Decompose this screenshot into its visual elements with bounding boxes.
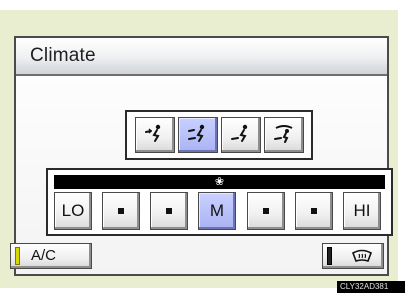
airflow-feet-button[interactable] [221, 117, 261, 153]
fan-speed-hi-button[interactable]: HI [343, 192, 381, 230]
windshield-defroster-icon [351, 249, 373, 268]
feet-and-windshield-airflow-icon [272, 123, 296, 148]
airflow-feet-windshield-button[interactable] [264, 117, 304, 153]
image-code: CLY32AD381 [337, 281, 405, 293]
fan-speed-label: M [209, 201, 225, 220]
airflow-face-feet-button[interactable] [178, 117, 218, 153]
page-title: Climate [30, 45, 96, 66]
windshield-defroster-button[interactable] [322, 243, 384, 269]
feet-airflow-icon [229, 123, 253, 148]
fan-speed-dot [311, 208, 317, 214]
title-bar: Climate [16, 38, 387, 76]
fan-speed-6-button[interactable] [295, 192, 333, 230]
ac-label: A/C [31, 247, 57, 264]
fan-speed-dot [263, 208, 269, 214]
fan-speed-2-button[interactable] [102, 192, 140, 230]
fan-speed-label: LO [61, 201, 85, 220]
fan-icon: ❀ [214, 176, 225, 188]
fan-speed-header: ❀ [54, 175, 385, 189]
face-airflow-icon [143, 123, 167, 148]
fan-speed-m-button[interactable]: M [198, 192, 236, 230]
airflow-mode-selector [125, 110, 313, 160]
face-and-feet-airflow-icon [186, 123, 210, 148]
ac-indicator-light [15, 247, 20, 265]
fan-speed-label: HI [353, 201, 371, 220]
climate-screen: Climate ❀ LO M HI [14, 36, 393, 276]
fan-speed-lo-button[interactable]: LO [54, 192, 92, 230]
fan-speed-dot [166, 208, 172, 214]
fan-speed-dot [118, 208, 124, 214]
defroster-indicator-light [327, 247, 332, 265]
fan-speed-selector: ❀ LO M HI [46, 168, 393, 236]
ac-button[interactable]: A/C [10, 243, 92, 269]
fan-speed-3-button[interactable] [150, 192, 188, 230]
fan-speed-5-button[interactable] [247, 192, 285, 230]
airflow-face-button[interactable] [135, 117, 175, 153]
